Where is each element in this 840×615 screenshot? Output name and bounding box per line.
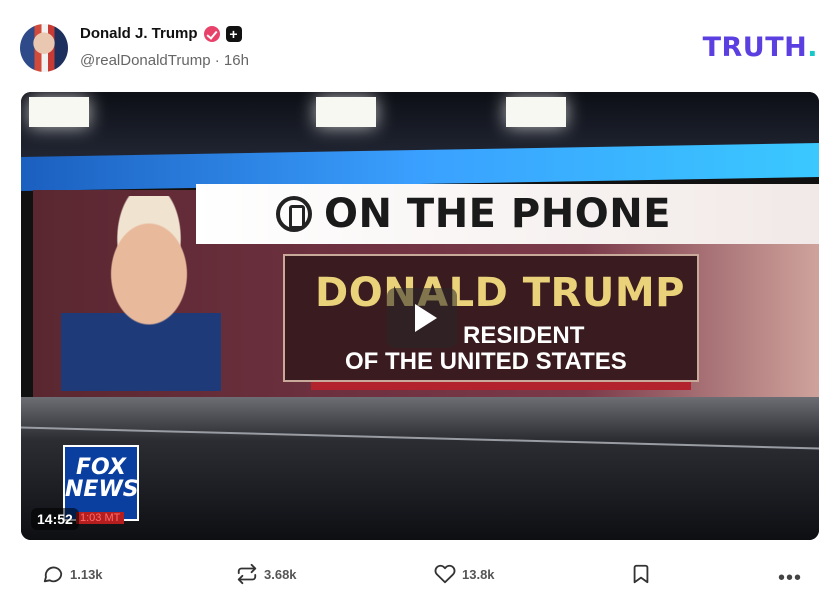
video-duration: 14:52 (31, 508, 79, 530)
network-clock: 1:03 MT (76, 512, 125, 524)
banner-text: ON THE PHONE (324, 191, 672, 237)
studio-light (506, 97, 566, 127)
studio-desk (21, 397, 819, 540)
author-handle-time[interactable]: @realDonaldTrump · 16h (80, 52, 249, 69)
lower-third-box: DONALD TRUMP RESIDENT OF THE UNITED STAT… (283, 254, 699, 382)
play-icon[interactable] (387, 288, 457, 348)
author-name[interactable]: Donald J. Trump (80, 25, 198, 42)
speaker-portrait (61, 196, 221, 391)
post-header: Donald J. Trump + @realDonaldTrump · 16h… (0, 0, 840, 92)
fox-logo-line-1: FOX (76, 455, 126, 480)
reply-icon (43, 566, 63, 583)
bookmark-icon (633, 564, 649, 584)
lower-third-accent (311, 382, 691, 390)
on-the-phone-banner: ON THE PHONE (196, 184, 819, 244)
more-icon[interactable]: ••• (778, 567, 802, 590)
plus-badge-icon: + (225, 25, 242, 42)
phone-icon (276, 196, 312, 232)
truth-logo: TRUTH. (703, 32, 818, 63)
like-button[interactable]: 13.8k (434, 563, 495, 585)
retruth-button[interactable]: 3.68k (236, 563, 297, 585)
studio-light (29, 97, 89, 127)
lower-third-title-2: OF THE UNITED STATES (345, 348, 627, 375)
video-player[interactable]: ON THE PHONE DONALD TRUMP RESIDENT OF TH… (21, 92, 819, 540)
studio-light (316, 97, 376, 127)
bookmark-button[interactable] (630, 563, 652, 585)
reply-button[interactable]: 1.13k (42, 563, 103, 585)
like-icon (434, 564, 456, 584)
lower-third-title-1: RESIDENT (463, 322, 585, 349)
like-count: 13.8k (462, 566, 495, 582)
retruth-icon (237, 563, 257, 585)
truth-logo-dot: . (807, 32, 818, 63)
truth-logo-text: TRUTH (702, 32, 808, 63)
avatar[interactable] (20, 24, 68, 72)
author-row: Donald J. Trump + (80, 25, 242, 42)
lower-third-name: DONALD TRUMP (315, 270, 685, 316)
verified-badge-icon (203, 25, 220, 42)
post-actions: 1.13k 3.68k 13.8k ••• (0, 555, 840, 595)
fox-logo-line-2: NEWS (65, 477, 139, 502)
reply-count: 1.13k (70, 566, 103, 582)
retruth-count: 3.68k (264, 566, 297, 582)
